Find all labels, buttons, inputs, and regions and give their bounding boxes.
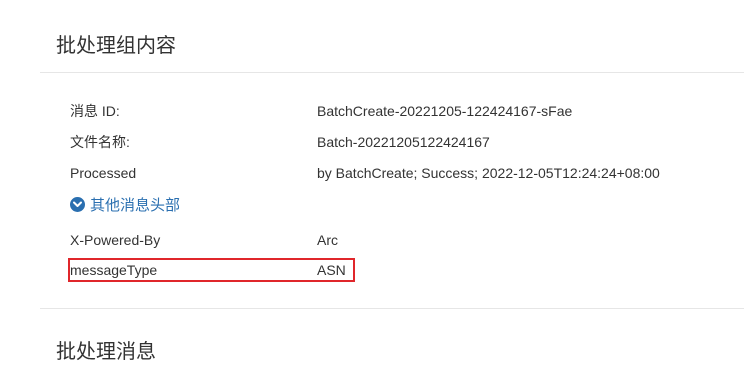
header-name: X-Powered-By <box>70 232 161 248</box>
file-name-label: 文件名称: <box>70 134 130 150</box>
processed-label: Processed <box>70 165 137 181</box>
header-value: Arc <box>317 232 338 248</box>
chevron-down-circle-icon <box>70 196 85 212</box>
message-id-value: BatchCreate-20221205-122424167-sFae <box>317 103 573 119</box>
batch-group-content-title: 批处理组内容 <box>56 35 176 57</box>
batch-messages-title: 批处理消息 <box>56 341 156 363</box>
file-name-row: 文件名称: Batch-20221205122424167 <box>70 132 744 152</box>
other-headers-toggle[interactable]: 其他消息头部 <box>70 194 180 214</box>
processed-row: Processed by BatchCreate; Success; 2022-… <box>70 163 744 183</box>
message-id-row: 消息 ID: BatchCreate-20221205-122424167-sF… <box>70 101 744 121</box>
processed-value: by BatchCreate; Success; 2022-12-05T12:2… <box>317 165 660 181</box>
file-name-value: Batch-20221205122424167 <box>317 134 490 150</box>
message-id-label: 消息 ID: <box>70 103 120 119</box>
message-type-highlight-box <box>68 258 355 282</box>
header-row-x-powered-by: X-Powered-By Arc <box>70 230 744 250</box>
section-divider <box>40 308 744 309</box>
section-divider <box>40 72 744 73</box>
other-headers-toggle-label: 其他消息头部 <box>90 196 181 214</box>
